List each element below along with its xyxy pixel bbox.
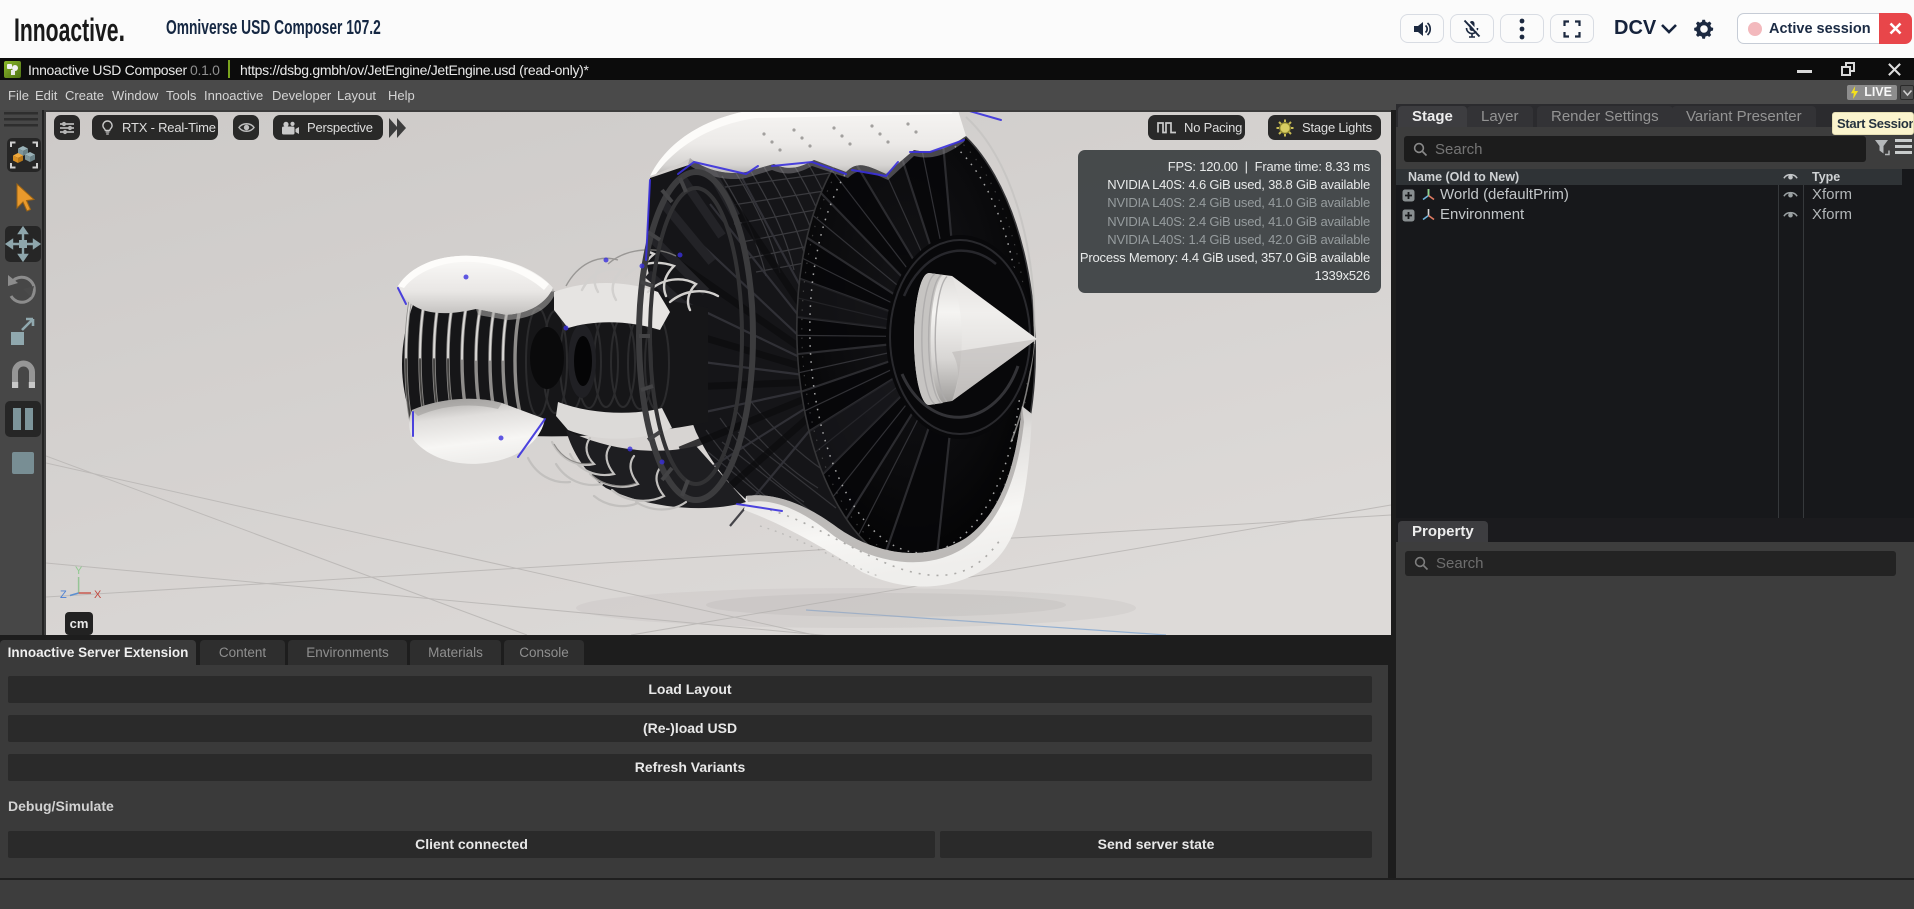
svg-text:X: X — [94, 589, 102, 601]
svg-text:Y: Y — [75, 565, 83, 577]
svg-text:Z: Z — [60, 589, 67, 601]
